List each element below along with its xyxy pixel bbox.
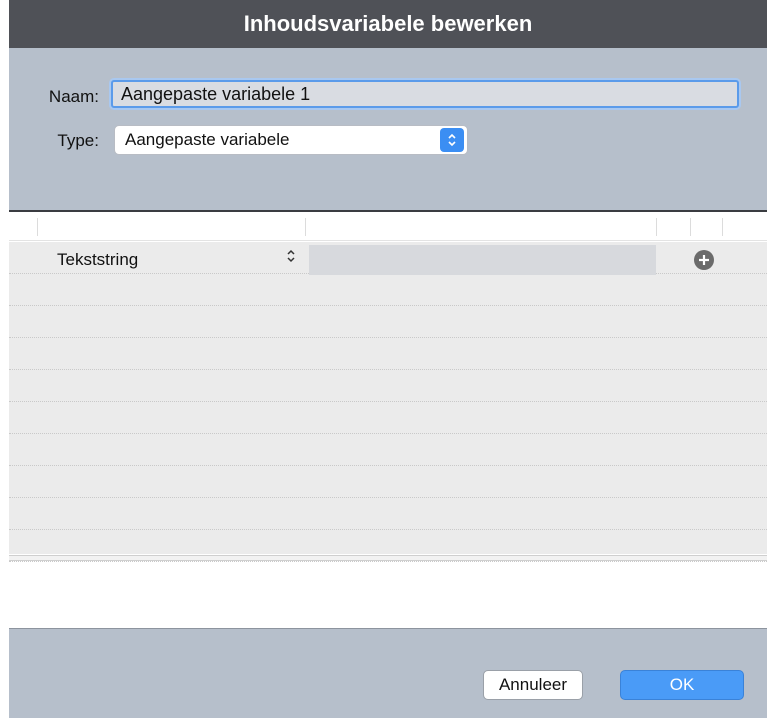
empty-row	[9, 274, 767, 306]
cancel-button[interactable]: Annuleer	[483, 670, 583, 700]
name-field[interactable]	[111, 80, 739, 108]
type-label: Type:	[57, 131, 99, 150]
row-type-select[interactable]: Tekststring	[57, 250, 138, 270]
empty-row	[9, 306, 767, 338]
empty-row	[9, 498, 767, 530]
column-divider	[690, 218, 691, 236]
chevron-up-down-icon	[440, 128, 464, 152]
variable-table: Tekststring	[9, 210, 767, 630]
empty-row	[9, 434, 767, 466]
empty-row	[9, 466, 767, 498]
dialog-button-bar: Annuleer OK	[9, 628, 767, 718]
ok-button[interactable]: OK	[620, 670, 744, 700]
empty-row	[9, 338, 767, 370]
table-rows: Tekststring	[9, 242, 767, 562]
table-row: Tekststring	[9, 242, 767, 275]
plus-circle-icon	[699, 255, 709, 265]
row-value-field[interactable]	[309, 245, 656, 275]
table-header	[9, 212, 767, 241]
column-divider	[722, 218, 723, 236]
column-divider	[656, 218, 657, 236]
edit-content-variable-dialog: Inhoudsvariabele bewerken Naam: Type: Aa…	[9, 0, 767, 718]
empty-row	[9, 402, 767, 434]
type-select-value: Aangepaste variabele	[125, 130, 290, 149]
table-divider	[9, 555, 767, 561]
column-divider	[305, 218, 306, 236]
empty-row	[9, 370, 767, 402]
add-row-button[interactable]	[694, 250, 714, 270]
column-divider	[37, 218, 38, 236]
dialog-title: Inhoudsvariabele bewerken	[243, 11, 533, 36]
name-label: Naam:	[48, 87, 99, 106]
dialog-titlebar: Inhoudsvariabele bewerken	[9, 0, 767, 48]
type-select[interactable]: Aangepaste variabele	[114, 125, 468, 155]
chevron-up-down-icon[interactable]	[286, 247, 296, 265]
